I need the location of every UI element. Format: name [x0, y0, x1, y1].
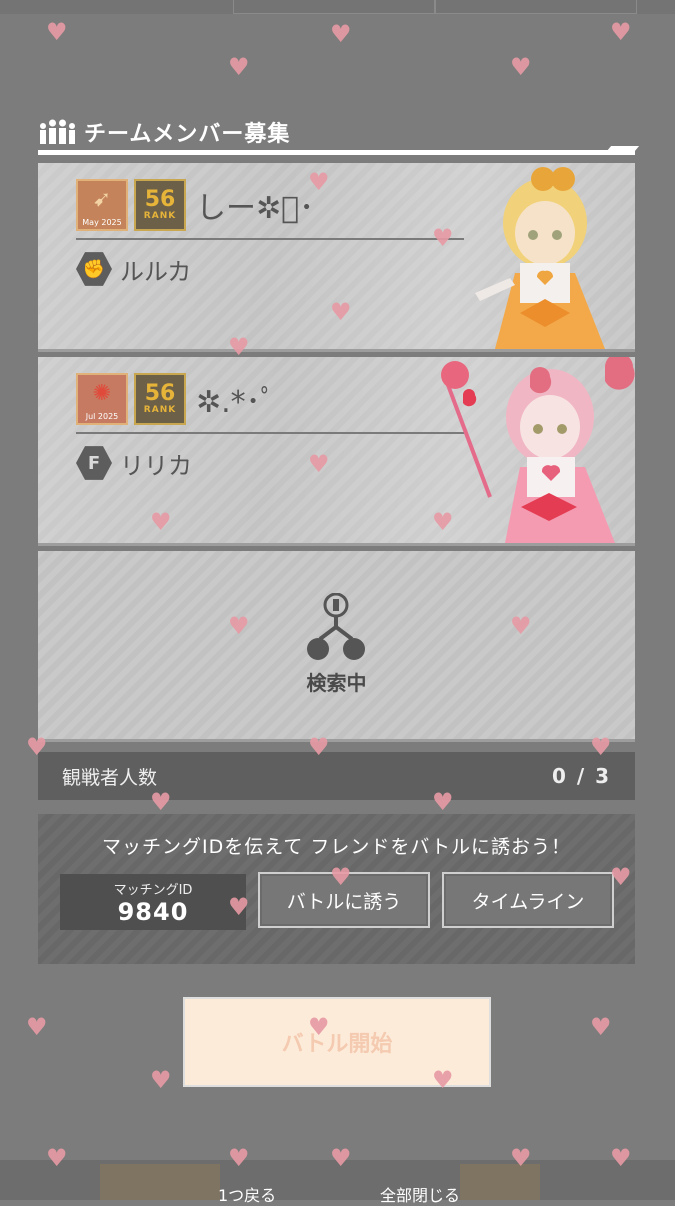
timeline-button[interactable]: タイムライン: [442, 872, 614, 928]
rank-word: RANK: [143, 211, 177, 221]
rank-number: 56: [144, 381, 176, 406]
spectator-count: 0 / 3: [551, 764, 611, 788]
monthly-badge: ➹ May 2025: [76, 179, 128, 231]
dragon-icon: ✺: [92, 381, 112, 406]
monthly-badge: ✺ Jul 2025: [76, 373, 128, 425]
player-name: ✲.*･ﾟ: [196, 385, 276, 420]
invite-to-battle-button[interactable]: バトルに誘う: [258, 872, 430, 928]
searching-slot: 検索中: [38, 551, 635, 742]
heart-icon: ♥: [590, 1013, 612, 1041]
close-all-button[interactable]: 全部閉じる: [380, 1182, 460, 1206]
matching-id-label: マッチングID: [113, 883, 193, 898]
monthly-badge-label: Jul 2025: [85, 412, 119, 421]
matching-id-value: 9840: [117, 898, 189, 926]
top-bar: [0, 0, 675, 14]
heart-icon: ♥: [26, 1013, 48, 1041]
searching-label: 検索中: [306, 671, 367, 695]
heart-icon: ♥: [610, 18, 632, 46]
heart-icon: ♥: [510, 53, 532, 81]
character-row: ✊ ルルカ: [76, 251, 191, 287]
title-underline: [38, 150, 635, 155]
rank-word: RANK: [143, 405, 177, 415]
invite-panel: マッチングIDを伝えて フレンドをバトルに誘おう！ マッチングID 9840 バ…: [38, 814, 635, 964]
spectator-count-bar: 観戦者人数 0 / 3: [38, 752, 635, 800]
name-divider: [76, 238, 464, 240]
invite-message: マッチングIDを伝えて フレンドをバトルに誘おう！: [102, 836, 571, 858]
heart-icon: ♥: [46, 18, 68, 46]
name-divider: [76, 432, 464, 434]
panel-header: チームメンバー募集: [38, 116, 290, 148]
searching-person-icon: [306, 592, 366, 663]
player-name: しー✲ﾟ･: [196, 191, 315, 226]
member-card[interactable]: ➹ May 2025 56 RANK しー✲ﾟ･ ✊ ルルカ: [38, 163, 635, 352]
fist-icon: ✊: [76, 252, 112, 286]
member-card[interactable]: ✺ Jul 2025 56 RANK ✲.*･ﾟ F リリカ: [38, 357, 635, 546]
heart-icon: ♥: [228, 53, 250, 81]
back-button[interactable]: 1つ戻る: [218, 1182, 276, 1206]
letter-f-icon: F: [76, 446, 112, 480]
rank-badge: 56 RANK: [134, 373, 186, 425]
heart-icon: ♥: [330, 20, 352, 48]
badge-row: ✺ Jul 2025 56 RANK ✲.*･ﾟ: [76, 373, 276, 425]
bottom-bar: 1つ戻る 全部閉じる: [0, 1160, 675, 1205]
character-name: ルルカ: [120, 257, 192, 286]
panel-title: チームメンバー募集: [84, 122, 291, 147]
matching-id-box: マッチングID 9840: [60, 874, 246, 930]
rank-number: 56: [144, 187, 176, 212]
top-bar-segment: [435, 0, 637, 14]
character-portrait-pink: [441, 357, 635, 543]
character-row: F リリカ: [76, 445, 192, 481]
character-name: リリカ: [120, 451, 192, 480]
monthly-badge-label: May 2025: [82, 218, 122, 227]
rank-badge: 56 RANK: [134, 179, 186, 231]
character-portrait-yellow: [475, 167, 605, 349]
spectator-label: 観戦者人数: [62, 766, 158, 789]
start-battle-button[interactable]: バトル開始: [183, 997, 491, 1087]
feather-icon: ➹: [92, 187, 112, 212]
top-bar-segment: [233, 0, 435, 14]
badge-row: ➹ May 2025 56 RANK しー✲ﾟ･: [76, 179, 314, 231]
team-members-icon: [40, 119, 75, 144]
heart-icon: ♥: [150, 1066, 172, 1094]
